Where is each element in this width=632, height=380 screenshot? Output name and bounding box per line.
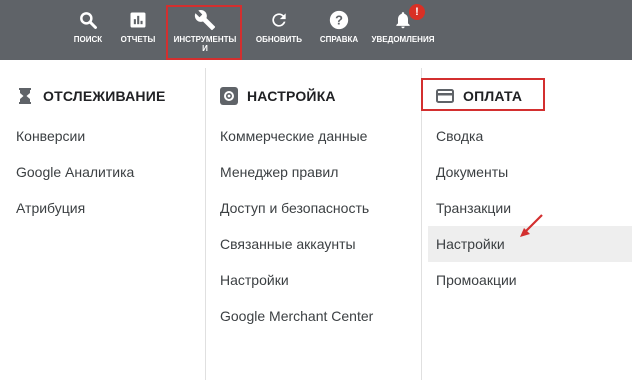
reports-label: ОТЧЕТЫ [120,35,156,44]
section-header-tracking: ОТСЛЕЖИВАНИЕ [16,86,166,106]
bar-chart-icon [126,8,150,32]
refresh-label: ОБНОВИТЬ [255,35,303,44]
menu-item-business-data[interactable]: Коммерческие данные [220,118,367,154]
refresh-button[interactable]: ОБНОВИТЬ [254,8,304,58]
search-label: ПОИСК [73,35,103,44]
menu-item-access-security[interactable]: Доступ и безопасность [220,190,369,226]
credit-card-icon [436,87,454,105]
menu-item-transactions[interactable]: Транзакции [436,190,511,226]
help-label: СПРАВКА [319,35,359,44]
menu-item-setup-settings[interactable]: Настройки [220,262,289,298]
annotation-arrow-icon [520,214,543,237]
help-icon: ? [327,8,351,32]
menu-item-documents[interactable]: Документы [436,154,508,190]
reports-button[interactable]: ОТЧЕТЫ [118,8,158,58]
notifications-button[interactable]: ! УВЕДОМЛЕНИЯ [371,4,435,58]
refresh-icon [267,8,291,32]
section-title: ОТСЛЕЖИВАНИЕ [43,88,166,104]
menu-item-google-analytics[interactable]: Google Аналитика [16,154,134,190]
column-divider [421,68,422,380]
menu-item-promotions[interactable]: Промоакции [436,262,517,298]
hourglass-icon [16,87,34,105]
svg-text:?: ? [335,13,343,28]
menu-item-rules-manager[interactable]: Менеджер правил [220,154,338,190]
bell-icon: ! [391,4,425,32]
menu-item-merchant-center[interactable]: Google Merchant Center [220,298,373,334]
column-divider [205,68,206,380]
menu-item-linked-accounts[interactable]: Связанные аккаунты [220,226,356,262]
menu-item-summary[interactable]: Сводка [436,118,483,154]
section-title: НАСТРОЙКА [247,88,336,104]
tools-highlight-box [166,5,242,60]
section-title: ОПЛАТА [463,88,523,104]
gear-icon [220,87,238,105]
section-header-setup: НАСТРОЙКА [220,86,336,106]
search-icon [76,8,100,32]
search-button[interactable]: ПОИСК [70,8,106,58]
notification-badge: ! [409,4,425,20]
menu-item-attribution[interactable]: Атрибуция [16,190,85,226]
notifications-label: УВЕДОМЛЕНИЯ [371,35,435,44]
top-toolbar: ПОИСК ОТЧЕТЫ ИНСТРУМЕНТЫ И ОБНОВИТЬ ? СП… [0,0,632,60]
section-header-billing: ОПЛАТА [436,86,522,106]
help-button[interactable]: ? СПРАВКА [316,8,362,58]
menu-item-conversions[interactable]: Конверсии [16,118,85,154]
